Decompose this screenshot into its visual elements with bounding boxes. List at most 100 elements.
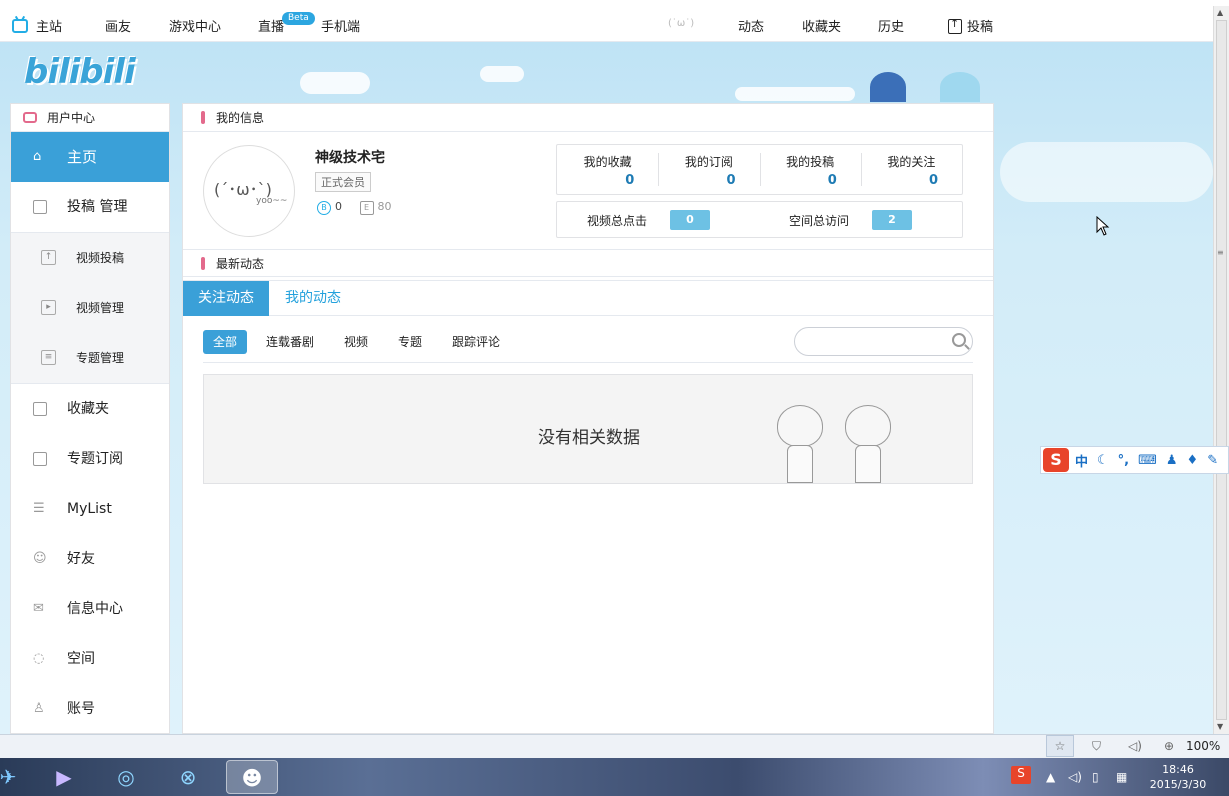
sidebar-item-video-upload[interactable]: ↑ 视频投稿	[11, 233, 169, 283]
speaker-icon[interactable]: ◁)	[1128, 739, 1144, 753]
ime-toolbar[interactable]: S 中 ☾ °, ⌨ ♟ ♦ ✎	[1040, 446, 1229, 474]
nav-favorites-link[interactable]: 收藏夹	[802, 16, 841, 35]
feed-tabs: 关注动态 我的动态	[183, 280, 993, 316]
space-icon: ◌	[33, 651, 45, 666]
empty-message: 没有相关数据	[538, 428, 640, 448]
sidebar-item-mylist[interactable]: ☰ MyList	[11, 484, 169, 534]
video-clicks-label: 视频总点击	[587, 214, 648, 228]
cloud	[480, 66, 524, 82]
star-icon[interactable]: ☆	[1046, 735, 1074, 757]
main-panel: 我的信息 (´･ω･`) yoo~~ 神级技术宅 正式会员 B0 E 80 我的收…	[182, 103, 994, 734]
level-value: 80	[377, 200, 392, 213]
nav-home-link[interactable]: 主站	[12, 16, 62, 35]
sidebar-item-topic-subscribe[interactable]: 专题订阅	[11, 434, 169, 484]
filter-all[interactable]: 全部	[203, 330, 248, 354]
stat-favorites[interactable]: 我的收藏 0	[557, 145, 658, 194]
tv-icon	[23, 112, 37, 123]
play-icon: ▸	[41, 300, 56, 315]
upload-icon	[948, 17, 962, 34]
sidebar-item-friends[interactable]: ☺ 好友	[11, 534, 169, 584]
search-icon[interactable]	[952, 333, 966, 347]
stat-uploads[interactable]: 我的投稿 0	[759, 145, 861, 194]
stat-subscriptions[interactable]: 我的订阅 0	[658, 145, 759, 194]
upload-icon	[33, 200, 47, 214]
folder-icon	[33, 402, 47, 416]
punctuation-icon[interactable]: °,	[1118, 453, 1129, 468]
stats-box: 我的收藏 0 我的订阅 0 我的投稿 0 我的关注 0	[556, 144, 963, 195]
sidebar-item-space[interactable]: ◌ 空间	[11, 634, 169, 684]
tray-expand-icon[interactable]: ▲	[1046, 770, 1055, 784]
chart-icon	[33, 452, 47, 466]
message-icon: ✉	[33, 601, 44, 616]
ime-lang-toggle[interactable]: 中	[1075, 451, 1088, 470]
mascot-22	[870, 72, 906, 102]
avatar-text: yoo~~	[256, 196, 288, 206]
power-icon[interactable]: ▯	[1092, 770, 1099, 784]
avatar[interactable]: (´･ω･`) yoo~~	[203, 145, 295, 237]
sidebar-item-topic-manage[interactable]: ≡ 专题管理	[11, 333, 169, 383]
sidebar-item-upload-manage[interactable]: 投稿 管理	[11, 182, 169, 232]
wrench-icon[interactable]: ✎	[1207, 453, 1218, 468]
sidebar-item-account[interactable]: ♙ 账号	[11, 684, 169, 734]
latest-activity-header: 最新动态	[183, 249, 993, 277]
level-icon: E	[359, 201, 374, 215]
sidebar-item-video-manage[interactable]: ▸ 视频管理	[11, 283, 169, 333]
sogou-icon[interactable]: S	[1043, 448, 1069, 472]
stat-following[interactable]: 我的关注 0	[860, 145, 962, 194]
browser-icon[interactable]: ◎	[106, 760, 146, 794]
bilibili-logo[interactable]: bilibili	[24, 52, 136, 92]
cloud	[735, 87, 855, 101]
tab-my-activity[interactable]: 我的动态	[270, 281, 356, 316]
cloud	[1000, 142, 1213, 202]
cloud-app-icon[interactable]: ⊗	[168, 760, 208, 794]
skin-icon[interactable]: ♦	[1187, 453, 1199, 468]
member-rank-badge: 正式会员	[315, 172, 371, 192]
mouse-cursor-icon	[1096, 216, 1110, 236]
top-navbar: 主站 画友 游戏中心 直播Beta 手机端 (˙ω˙) 动态 收藏夹 历史 投稿	[0, 0, 1213, 42]
nav-live-link[interactable]: 直播 Beta	[258, 12, 315, 35]
feed-search-input[interactable]	[794, 327, 973, 356]
start-app-icon[interactable]: ✈	[0, 760, 28, 794]
video-clicks-count: 0	[670, 210, 710, 230]
nav-mobile-link[interactable]: 手机端	[321, 16, 360, 35]
zoom-icon[interactable]: ⊕	[1164, 739, 1180, 753]
empty-state: 没有相关数据	[203, 374, 973, 484]
sidebar-item-messages[interactable]: ✉ 信息中心	[11, 584, 169, 634]
visit-counters: 视频总点击 0 空间总访问 2	[556, 201, 963, 238]
filter-video[interactable]: 视频	[344, 330, 368, 354]
active-window-icon[interactable]: ☻	[226, 760, 278, 794]
nav-painter-link[interactable]: 画友	[105, 16, 131, 35]
filter-topic[interactable]: 专题	[398, 330, 422, 354]
sidebar-item-home[interactable]: ⌂ 主页	[11, 132, 169, 182]
volume-icon[interactable]: ◁)	[1068, 770, 1082, 784]
zoom-level[interactable]: 100%	[1186, 739, 1220, 753]
list-icon: ≡	[41, 350, 56, 365]
vertical-scrollbar[interactable]: ▲ ≡ ▼	[1213, 6, 1229, 734]
user-icon[interactable]: ♟	[1166, 453, 1178, 468]
sidebar-item-favorites[interactable]: 收藏夹	[11, 384, 169, 434]
space-visits-count: 2	[872, 210, 912, 230]
nav-upload-button[interactable]: 投稿	[948, 16, 993, 35]
scroll-down-arrow[interactable]: ▼	[1217, 722, 1223, 731]
filter-series[interactable]: 连载番剧	[266, 330, 314, 354]
keyboard-icon[interactable]: ⌨	[1138, 453, 1157, 468]
scroll-grip-icon: ≡	[1217, 248, 1224, 257]
system-clock[interactable]: 18:46 2015/3/30	[1148, 762, 1208, 792]
coin-count: 0	[335, 200, 342, 213]
list-icon: ☰	[33, 501, 45, 516]
sidebar-subgroup: ↑ 视频投稿 ▸ 视频管理 ≡ 专题管理	[11, 232, 169, 384]
beta-badge: Beta	[282, 12, 315, 25]
nav-games-link[interactable]: 游戏中心	[169, 16, 221, 35]
nav-history-link[interactable]: 历史	[878, 16, 904, 35]
moon-icon[interactable]: ☾	[1097, 453, 1109, 468]
filter-comments[interactable]: 跟踪评论	[452, 330, 500, 354]
scrollbar-thumb[interactable]	[1216, 20, 1227, 720]
loading-face: (˙ω˙)	[668, 18, 695, 29]
scroll-up-arrow[interactable]: ▲	[1217, 8, 1223, 17]
nav-activity-link[interactable]: 动态	[738, 16, 764, 35]
media-player-icon[interactable]: ▶	[44, 760, 84, 794]
network-icon[interactable]: ▦	[1116, 770, 1127, 784]
tab-following-activity[interactable]: 关注动态	[183, 281, 269, 316]
shield-icon[interactable]: ⛉	[1092, 739, 1108, 753]
sogou-tray-icon[interactable]: S	[1011, 766, 1031, 784]
